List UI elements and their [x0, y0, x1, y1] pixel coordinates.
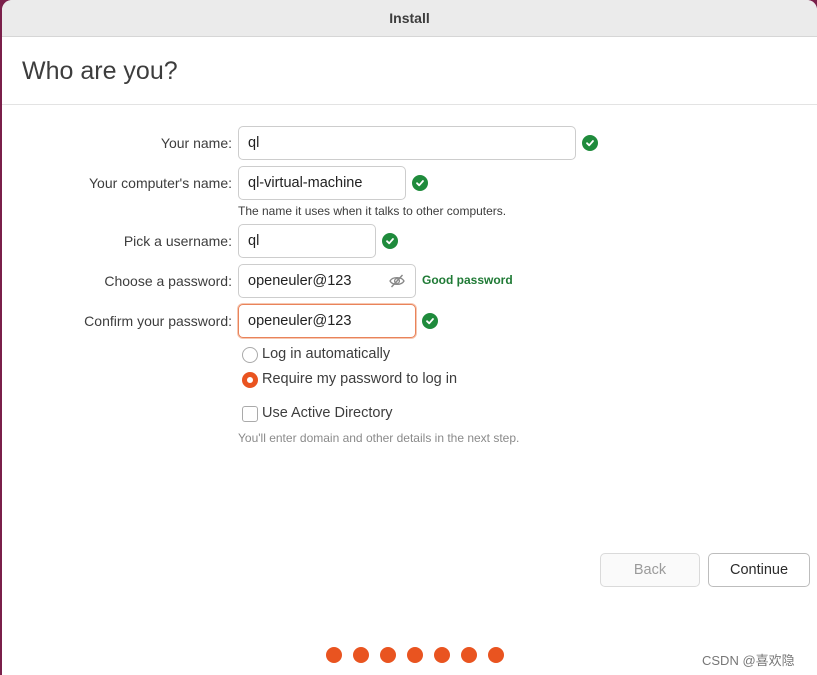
password-value: openeuler@123: [248, 273, 352, 289]
confirm-password-valid-icon: [422, 313, 438, 329]
login-automatically-label[interactable]: Log in automatically: [262, 346, 390, 362]
page-header: Who are you?: [2, 37, 817, 105]
continue-button[interactable]: Continue: [708, 553, 810, 587]
computer-name-input[interactable]: ql-virtual-machine: [238, 166, 406, 200]
computer-name-valid-icon: [412, 175, 428, 191]
progress-dot: [407, 647, 423, 663]
progress-dot: [380, 647, 396, 663]
username-valid-icon: [382, 233, 398, 249]
computer-name-value: ql-virtual-machine: [248, 175, 363, 191]
window-titlebar: Install: [2, 0, 817, 37]
username-label: Pick a username:: [123, 233, 232, 249]
login-automatically-radio[interactable]: [242, 347, 258, 363]
progress-dot: [326, 647, 342, 663]
window-title: Install: [389, 10, 430, 26]
active-directory-label[interactable]: Use Active Directory: [262, 405, 393, 421]
progress-dot: [488, 647, 504, 663]
eye-slash-icon[interactable]: [388, 272, 406, 290]
username-input[interactable]: ql: [238, 224, 376, 258]
computer-name-label: Your computer's name:: [88, 175, 232, 191]
require-password-label[interactable]: Require my password to log in: [262, 371, 457, 387]
page-title: Who are you?: [22, 57, 178, 85]
computer-name-hint: The name it uses when it talks to other …: [238, 204, 507, 218]
password-strength: Good password: [422, 273, 513, 287]
progress-dot: [461, 647, 477, 663]
confirm-password-label: Confirm your password:: [84, 313, 232, 329]
active-directory-checkbox[interactable]: [242, 406, 258, 422]
watermark: CSDN @喜欢隐: [702, 653, 795, 668]
username-value: ql: [248, 233, 260, 249]
progress-dot: [434, 647, 450, 663]
your-name-input[interactable]: ql: [238, 126, 576, 160]
confirm-password-value: openeuler@123: [248, 313, 352, 329]
password-input[interactable]: openeuler@123: [238, 264, 416, 298]
active-directory-hint: You'll enter domain and other details in…: [238, 431, 520, 445]
installer-window: Install Who are you? Your name: ql Your …: [2, 0, 817, 675]
your-name-value: ql: [248, 135, 260, 151]
progress-dot: [353, 647, 369, 663]
your-name-label: Your name:: [160, 135, 232, 151]
back-button[interactable]: Back: [600, 553, 700, 587]
confirm-password-input[interactable]: openeuler@123: [238, 304, 416, 338]
require-password-radio[interactable]: [242, 372, 258, 388]
your-name-valid-icon: [582, 135, 598, 151]
password-label: Choose a password:: [104, 273, 232, 289]
